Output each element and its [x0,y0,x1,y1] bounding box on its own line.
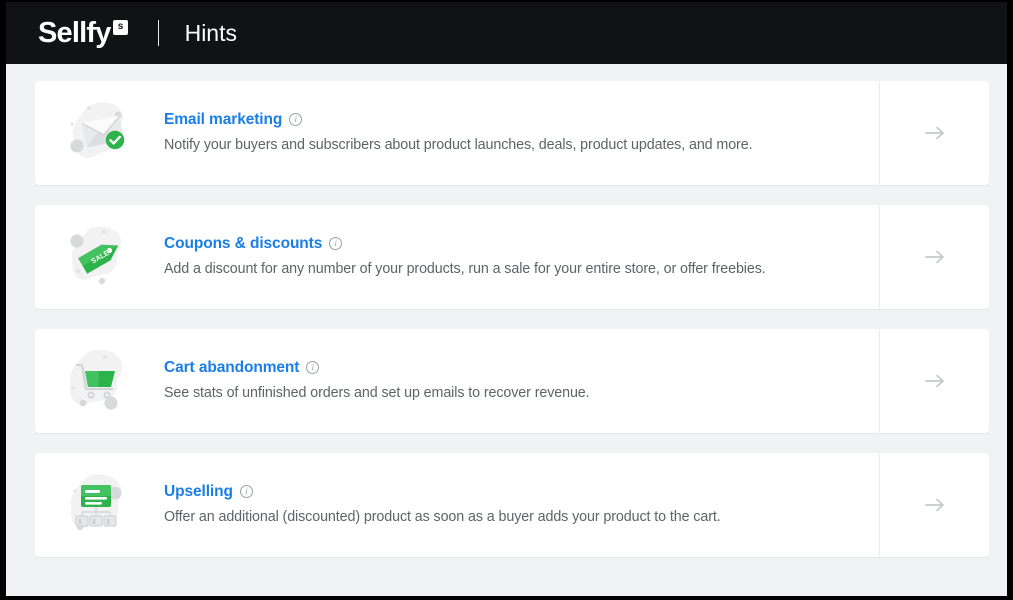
header-divider [157,20,159,46]
hint-icon-container [56,347,142,415]
arrow-right-icon [924,126,944,140]
hint-title-row: Upselling i [164,483,859,501]
upsell-hierarchy-icon [63,471,135,539]
email-envelope-check-icon [63,99,135,167]
arrow-right-icon [924,498,944,512]
arrow-right-icon [924,374,944,388]
shopping-cart-icon [63,347,135,415]
hint-go-button[interactable] [879,329,989,433]
hint-title-link[interactable]: Cart abandonment [164,359,299,377]
info-icon[interactable]: i [329,237,343,251]
page-title: Hints [184,19,237,46]
hint-description: See stats of unfinished orders and set u… [164,384,590,401]
hint-title-row: Email marketing i [164,111,859,129]
hint-title-link[interactable]: Upselling [164,483,233,501]
sellfy-logo[interactable]: Sellfy s [38,16,128,49]
brand-name: Sellfy [38,16,111,49]
brand-mark-icon: s [112,19,128,35]
hint-go-button[interactable] [879,81,989,185]
hint-go-button[interactable] [879,205,989,309]
hint-title-link[interactable]: Email marketing [164,111,282,129]
hint-description: Offer an additional (discounted) product… [164,508,721,525]
hint-card-email-marketing[interactable]: Email marketing i Notify your buyers and… [35,81,989,185]
hint-icon-container [56,471,142,539]
top-navigation-bar: Sellfy s Hints [6,2,1007,64]
hint-icon-container: SALE [56,223,142,291]
hint-text-block: Upselling i Offer an additional (discoun… [142,483,879,527]
hint-card-upselling[interactable]: Upselling i Offer an additional (discoun… [35,453,989,557]
hint-card-coupons-discounts[interactable]: SALE Coupons & discounts i Add a discoun… [35,205,989,309]
screenshot-frame: Sellfy s Hints Email marketing i Notify … [0,0,1013,600]
hint-description: Add a discount for any number of your pr… [164,260,766,277]
hint-icon-container [56,99,142,167]
hint-text-block: Cart abandonment i See stats of unfinish… [142,359,879,403]
hint-text-block: Email marketing i Notify your buyers and… [142,111,879,155]
hint-title-row: Coupons & discounts i [164,235,859,253]
app-viewport: Sellfy s Hints Email marketing i Notify … [6,2,1007,596]
hint-description: Notify your buyers and subscribers about… [164,136,753,153]
info-icon[interactable]: i [239,485,253,499]
hint-title-link[interactable]: Coupons & discounts [164,235,322,253]
hints-list: Email marketing i Notify your buyers and… [6,64,1007,557]
hint-card-cart-abandonment[interactable]: Cart abandonment i See stats of unfinish… [35,329,989,433]
hint-text-block: Coupons & discounts i Add a discount for… [142,235,879,279]
hint-title-row: Cart abandonment i [164,359,859,377]
sale-tag-icon: SALE [63,223,135,291]
info-icon[interactable]: i [306,361,320,375]
arrow-right-icon [924,250,944,264]
info-icon[interactable]: i [289,113,303,127]
hint-go-button[interactable] [879,453,989,557]
